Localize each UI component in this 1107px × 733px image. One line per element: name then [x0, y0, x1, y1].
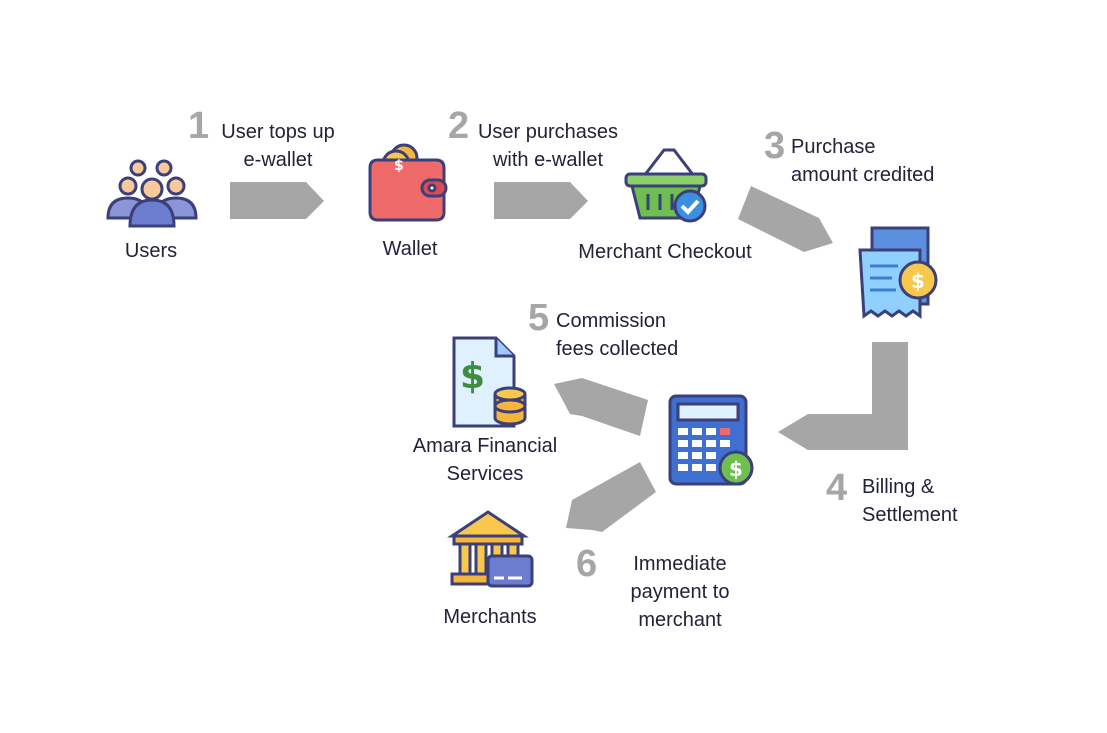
merchants-label: Merchants [443, 606, 537, 628]
svg-text:$: $ [394, 158, 404, 174]
svg-text:$: $ [460, 356, 485, 397]
step-2-number: 2 [448, 105, 470, 147]
arrow-step-4 [778, 342, 908, 450]
flow-diagram: $ $ $ $ Users Wallet Merchant Checkout A… [0, 0, 1107, 733]
wallet-icon: $ [368, 143, 448, 222]
step-2-line2: with e-wallet [492, 149, 604, 171]
svg-text:$: $ [729, 457, 743, 481]
step-5-label: Commission fees collected [556, 307, 678, 363]
financial-document-icon: $ [452, 336, 527, 428]
step-6-label: Immediate payment to merchant [614, 550, 746, 634]
step-6-number: 6 [576, 543, 598, 585]
step-5-line1: Commission [556, 310, 667, 332]
step-2-line1: User purchases [477, 121, 619, 143]
receipt-coin-icon: $ [858, 226, 938, 319]
amara-label-line1: Amara Financial [412, 435, 558, 457]
svg-text:$: $ [911, 269, 925, 293]
amara-label: Amara Financial Services [390, 432, 580, 488]
step-4-label: Billing & Settlement [862, 473, 958, 529]
shopping-basket-check-icon [624, 148, 708, 223]
step-6-line1: Immediate [633, 553, 727, 575]
step-4-line2: Settlement [862, 504, 958, 526]
step-5-number: 5 [528, 297, 550, 339]
arrow-step-2 [494, 182, 588, 219]
arrow-step-1 [230, 182, 324, 219]
users-icon [106, 159, 198, 228]
amara-label-line2: Services [446, 463, 524, 485]
step-3-line1: Purchase [791, 136, 876, 158]
step-1-line2: e-wallet [243, 149, 313, 171]
step-4-line1: Billing & [862, 476, 935, 498]
step-1-line1: User tops up [221, 121, 335, 143]
arrow-step-5 [554, 378, 648, 436]
users-label: Users [124, 240, 178, 262]
step-3-line2: amount credited [791, 164, 935, 186]
step-1-label: User tops up e-wallet [212, 118, 344, 174]
step-3-label: Purchase amount credited [791, 133, 934, 189]
step-4-number: 4 [826, 467, 848, 509]
step-3-number: 3 [764, 125, 786, 167]
bank-card-icon [447, 510, 534, 588]
wallet-label: Wallet [382, 238, 438, 260]
step-6-line2: payment to [630, 581, 730, 603]
merchant-checkout-label: Merchant Checkout [578, 241, 752, 263]
step-1-number: 1 [188, 105, 210, 147]
calculator-dollar-icon: $ [668, 394, 754, 486]
step-2-label: User purchases with e-wallet [470, 118, 626, 174]
step-6-line3: merchant [638, 609, 722, 631]
step-5-line2: fees collected [556, 338, 679, 360]
